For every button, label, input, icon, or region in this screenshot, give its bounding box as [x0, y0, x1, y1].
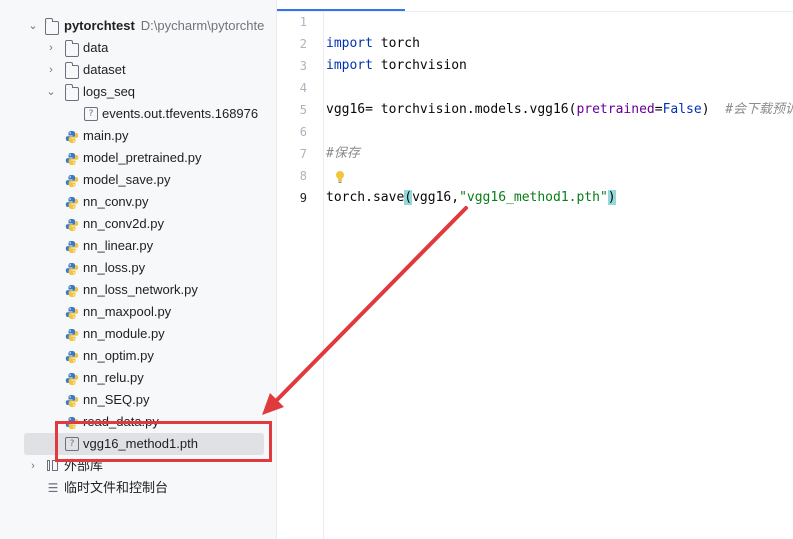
tree-item-model-save-py[interactable]: model_save.py: [0, 169, 276, 191]
line-number: 8: [299, 169, 307, 183]
chevron-right-icon[interactable]: ›: [45, 37, 57, 59]
python-file-icon: [65, 217, 79, 231]
folder-icon: [45, 18, 59, 35]
code-token: import: [326, 58, 373, 73]
tree-item-label: 临时文件和控制台: [64, 480, 169, 495]
tree-item-label: nn_relu.py: [83, 370, 144, 385]
code-line[interactable]: import torchvision: [326, 55, 467, 77]
code-token: #保存: [326, 146, 360, 161]
line-number: 1: [299, 15, 307, 29]
tree-item-label: events.out.tfevents.168976: [102, 106, 259, 121]
project-root[interactable]: ⌄ pytorchtest D:\pycharm\pytorchte: [0, 15, 276, 37]
python-file-icon: [65, 261, 79, 275]
code-token: "vgg16_method1.pth": [459, 190, 608, 205]
chevron-down-icon[interactable]: ⌄: [45, 81, 57, 103]
tree-item-label: nn_conv.py: [83, 194, 149, 209]
tree-item-label: data: [83, 40, 109, 55]
chevron-right-icon[interactable]: ›: [27, 455, 39, 477]
line-number: 9: [299, 191, 307, 205]
python-file-icon: [65, 349, 79, 363]
tree-item-nn-relu-py[interactable]: nn_relu.py: [0, 367, 276, 389]
editor-tab-bar: [277, 0, 793, 12]
code-editor[interactable]: 123456789 import torch import torchvision…: [277, 0, 793, 539]
tree-item-label: nn_linear.py: [83, 238, 154, 253]
tree-item-nn-maxpool-py[interactable]: nn_maxpool.py: [0, 301, 276, 323]
python-file-icon: [65, 393, 79, 407]
folder-icon: [65, 62, 79, 79]
chevron-right-icon[interactable]: ›: [45, 59, 57, 81]
code-token: (: [404, 190, 413, 205]
line-number-gutter: 1 2 3 4 5 6 7 8 9: [277, 11, 324, 539]
code-line[interactable]: torch.save(vgg16,"vgg16_method1.pth"): [326, 187, 616, 209]
tree-item-data[interactable]: › data: [0, 37, 276, 59]
code-token: import: [326, 36, 373, 51]
code-token: vgg16,: [412, 190, 460, 205]
code-token: torch: [372, 36, 420, 51]
tree-item-label: main.py: [83, 128, 129, 143]
code-token: vgg16= torchvision.models.vgg16(: [326, 102, 577, 117]
python-file-icon: [65, 173, 79, 187]
project-root-label: pytorchtest D:\pycharm\pytorchte: [64, 15, 264, 37]
tree-item-nn-module-py[interactable]: nn_module.py: [0, 323, 276, 345]
unknown-file-icon: ?: [84, 107, 98, 121]
code-token: torch.save: [326, 190, 405, 205]
annotation-highlight-box: [55, 421, 272, 462]
python-file-icon: [65, 305, 79, 319]
code-token: False: [662, 102, 702, 117]
tree-item-nn-conv-py[interactable]: nn_conv.py: [0, 191, 276, 213]
tree-item-label: nn_loss.py: [83, 260, 146, 275]
code-token: ): [607, 190, 616, 205]
tree-item-nn-linear-py[interactable]: nn_linear.py: [0, 235, 276, 257]
python-file-icon: [65, 283, 79, 297]
line-number: 3: [299, 59, 307, 73]
tree-item-logs-seq[interactable]: ⌄ logs_seq: [0, 81, 276, 103]
tree-item-label: nn_SEQ.py: [83, 392, 150, 407]
lightbulb-icon[interactable]: [335, 170, 345, 184]
tree-item-nn-seq-py[interactable]: nn_SEQ.py: [0, 389, 276, 411]
line-number: 4: [299, 81, 307, 95]
tree-item-label: nn_optim.py: [83, 348, 154, 363]
tree-item-main-py[interactable]: main.py: [0, 125, 276, 147]
project-root-name: pytorchtest: [64, 18, 135, 33]
code-token: torchvision: [372, 58, 467, 73]
code-token: pretrained: [576, 102, 655, 117]
tree-item-label: logs_seq: [83, 84, 136, 99]
code-token: #会下载预训练: [725, 102, 793, 117]
tree-item-nn-loss-py[interactable]: nn_loss.py: [0, 257, 276, 279]
code-token: =: [654, 102, 663, 117]
python-file-icon: [65, 151, 79, 165]
python-file-icon: [65, 327, 79, 341]
folder-icon: [65, 40, 79, 57]
line-number: 2: [299, 37, 307, 51]
tree-item-dataset[interactable]: › dataset: [0, 59, 276, 81]
line-number: 7: [299, 147, 307, 161]
tree-item-model-pretrained-py[interactable]: model_pretrained.py: [0, 147, 276, 169]
python-file-icon: [65, 239, 79, 253]
tree-item-label: nn_loss_network.py: [83, 282, 198, 297]
code-line[interactable]: import torch: [326, 33, 420, 55]
tree-item-events-out-tfevents-168976[interactable]: ? events.out.tfevents.168976: [0, 103, 276, 125]
tree-item-label: nn_conv2d.py: [83, 216, 164, 231]
code-line[interactable]: #保存: [326, 143, 360, 165]
python-file-icon: [65, 129, 79, 143]
tree-item-nn-loss-network-py[interactable]: nn_loss_network.py: [0, 279, 276, 301]
tree-item-label: model_pretrained.py: [83, 150, 202, 165]
scratches-icon: ☰: [47, 481, 59, 495]
code-line[interactable]: vgg16= torchvision.models.vgg16(pretrain…: [326, 99, 793, 121]
tree-item-label: nn_module.py: [83, 326, 165, 341]
python-file-icon: [65, 371, 79, 385]
project-root-path: D:\pycharm\pytorchte: [140, 18, 265, 33]
folder-icon: [65, 84, 79, 101]
line-number: 5: [299, 103, 307, 117]
tree-item-label: model_save.py: [83, 172, 171, 187]
tree-item-nn-optim-py[interactable]: nn_optim.py: [0, 345, 276, 367]
tree-item-nn-conv2d-py[interactable]: nn_conv2d.py: [0, 213, 276, 235]
tree-item-scratches-and-consoles[interactable]: ☰ 临时文件和控制台: [0, 477, 276, 499]
code-token: ): [701, 102, 726, 117]
tree-item-label: nn_maxpool.py: [83, 304, 172, 319]
chevron-down-icon[interactable]: ⌄: [27, 15, 39, 37]
python-file-icon: [65, 195, 79, 209]
line-number: 6: [299, 125, 307, 139]
tree-item-label: dataset: [83, 62, 126, 77]
